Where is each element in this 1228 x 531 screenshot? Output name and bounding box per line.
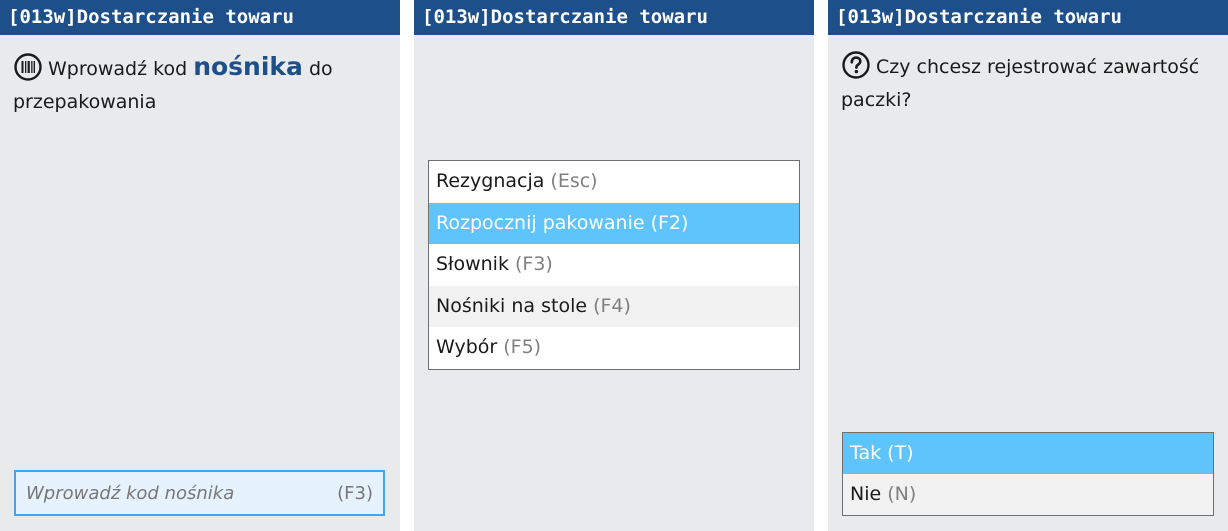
answer-list: Tak (T) Nie (N) [842, 432, 1214, 516]
screen-confirm: [013w]Dostarczanie towaru Czy chcesz rej… [828, 0, 1228, 531]
menu-item-label: Słownik [436, 253, 509, 276]
menu-item-carriers-on-table[interactable]: Nośniki na stole (F4) [429, 285, 799, 328]
screen-scan-carrier: [013w]Dostarczanie towaru Wprowadź kod n… [0, 0, 400, 531]
menu-item-key: (F5) [503, 336, 542, 359]
input-placeholder: Wprowadź kod nośnika [26, 482, 235, 504]
menu-item-key: (F4) [593, 294, 631, 317]
question-text: Czy chcesz rejestrować zawartość paczki? [841, 56, 1200, 111]
answer-key: (T) [887, 442, 914, 464]
menu-item-key: (F2) [650, 211, 689, 234]
menu-item-start-packing[interactable]: Rozpocznij pakowanie (F2) [429, 202, 799, 245]
action-menu: Rezygnacja (Esc) Rozpocznij pakowanie (F… [428, 160, 800, 370]
answer-no[interactable]: Nie (N) [843, 474, 1213, 515]
input-shortcut: (F3) [337, 482, 373, 504]
question-prompt: Czy chcesz rejestrować zawartość paczki? [841, 50, 1211, 117]
carrier-code-input[interactable]: Wprowadź kod nośnika (F3) [14, 470, 385, 516]
window-title: [013w]Dostarczanie towaru [414, 0, 814, 35]
window-title: [013w]Dostarczanie towaru [828, 0, 1228, 35]
screens-container: [013w]Dostarczanie towaru Wprowadź kod n… [0, 0, 1228, 531]
menu-item-dictionary[interactable]: Słownik (F3) [429, 244, 799, 286]
prompt-emphasis: nośnika [193, 52, 303, 81]
menu-item-choice[interactable]: Wybór (F5) [429, 327, 799, 369]
menu-item-cancel[interactable]: Rezygnacja (Esc) [429, 161, 799, 203]
window-title: [013w]Dostarczanie towaru [0, 0, 400, 35]
answer-label: Nie [850, 483, 882, 505]
answer-key: (N) [887, 483, 917, 505]
menu-item-label: Rezygnacja [436, 170, 545, 192]
screen-menu: [013w]Dostarczanie towaru Rezygnacja (Es… [414, 0, 814, 531]
answer-label: Tak [850, 442, 882, 464]
menu-item-label: Nośniki na stole [436, 294, 588, 317]
answer-yes[interactable]: Tak (T) [843, 433, 1213, 474]
barcode-icon [13, 52, 43, 82]
menu-item-label: Rozpocznij pakowanie [436, 211, 645, 234]
menu-item-label: Wybór [436, 336, 498, 359]
menu-item-key: (F3) [515, 253, 553, 276]
menu-item-key: (Esc) [550, 170, 598, 192]
question-icon [841, 50, 871, 80]
scan-prompt: Wprowadź kod nośnika do przepakowania [13, 50, 383, 119]
prompt-text: Wprowadź kod [48, 58, 188, 80]
